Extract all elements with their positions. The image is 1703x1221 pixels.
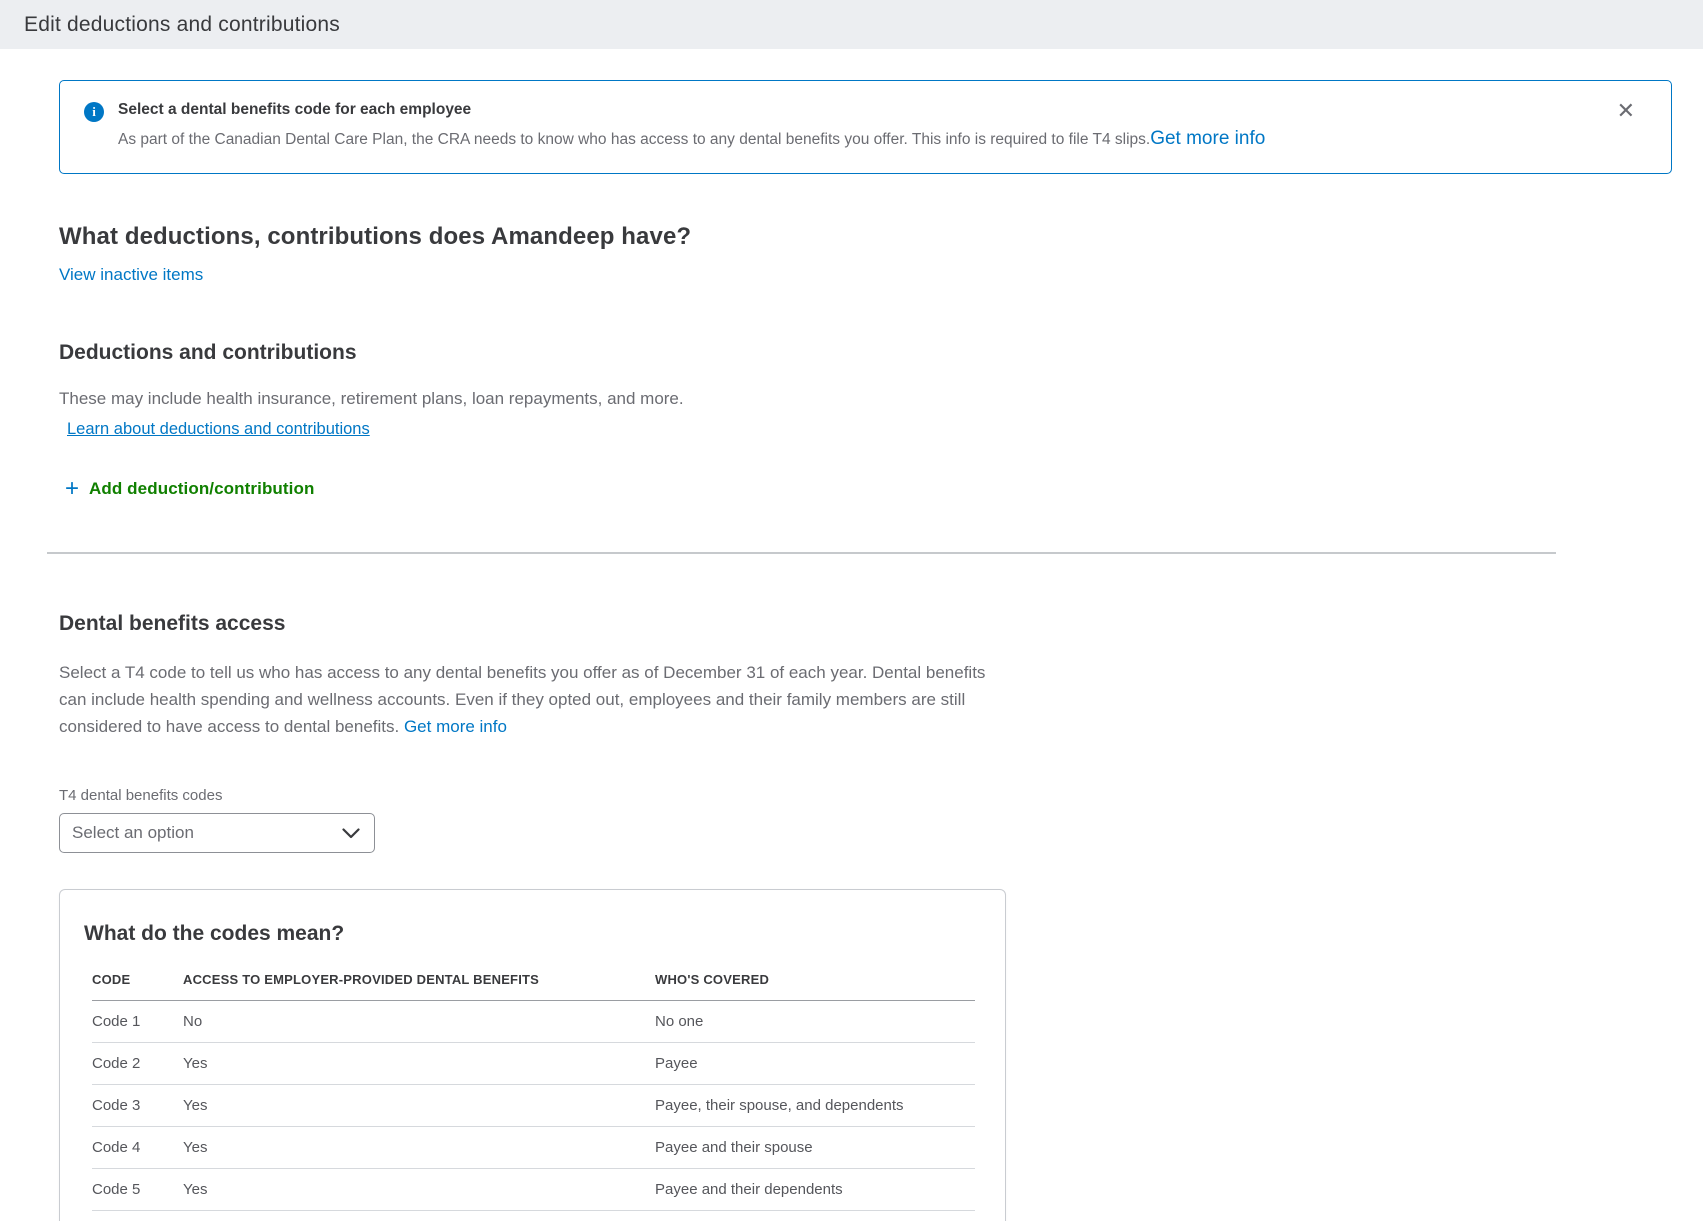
covered-cell: Payee and their spouse — [655, 1127, 975, 1169]
info-icon: i — [84, 102, 104, 122]
deductions-question-heading: What deductions, contributions does Aman… — [59, 223, 1673, 251]
t4-codes-select-value: Select an option — [72, 823, 194, 843]
deductions-section-description: These may include health insurance, reti… — [59, 389, 1673, 409]
access-cell: No — [183, 1001, 655, 1043]
view-inactive-items-link[interactable]: View inactive items — [59, 265, 203, 285]
codes-table: CODE ACCESS TO EMPLOYER-PROVIDED DENTAL … — [92, 972, 975, 1211]
banner-body-text: As part of the Canadian Dental Care Plan… — [118, 131, 1150, 148]
code-cell: Code 1 — [92, 1001, 183, 1043]
table-row: Code 1 No No one — [92, 1001, 975, 1043]
covered-cell: Payee and their dependents — [655, 1169, 975, 1211]
banner-get-more-info-link[interactable]: Get more info — [1150, 128, 1265, 149]
table-row: Code 3 Yes Payee, their spouse, and depe… — [92, 1085, 975, 1127]
dental-description-text: Select a T4 code to tell us who has acce… — [59, 663, 985, 736]
codes-table-body: Code 1 No No one Code 2 Yes Payee Code 3 — [92, 1001, 975, 1211]
deductions-section-heading: Deductions and contributions — [59, 341, 1673, 365]
dental-section-heading: Dental benefits access — [59, 612, 1673, 636]
column-header-covered: WHO'S COVERED — [655, 972, 975, 1001]
dental-benefits-section: Dental benefits access Select a T4 code … — [59, 612, 1673, 1221]
dental-get-more-info-link[interactable]: Get more info — [404, 717, 507, 736]
covered-cell: No one — [655, 1001, 975, 1043]
banner-text: Select a dental benefits code for each e… — [118, 101, 1597, 151]
covered-cell: Payee — [655, 1043, 975, 1085]
section-divider — [47, 552, 1556, 554]
dental-section-description: Select a T4 code to tell us who has acce… — [59, 659, 1009, 740]
codes-meaning-card: What do the codes mean? CODE ACCESS TO E… — [59, 889, 1006, 1221]
page-header: Edit deductions and contributions — [0, 0, 1703, 49]
table-row: Code 4 Yes Payee and their spouse — [92, 1127, 975, 1169]
banner-title: Select a dental benefits code for each e… — [118, 101, 1597, 119]
t4-codes-select[interactable]: Select an option — [59, 813, 375, 853]
access-cell: Yes — [183, 1169, 655, 1211]
code-cell: Code 5 — [92, 1169, 183, 1211]
dental-code-info-banner: i Select a dental benefits code for each… — [59, 80, 1672, 174]
access-cell: Yes — [183, 1043, 655, 1085]
add-deduction-contribution-button[interactable]: + Add deduction/contribution — [65, 479, 314, 499]
code-cell: Code 3 — [92, 1085, 183, 1127]
deductions-section: Deductions and contributions These may i… — [59, 341, 1673, 501]
column-header-access: ACCESS TO EMPLOYER-PROVIDED DENTAL BENEF… — [183, 972, 655, 1001]
page-title: Edit deductions and contributions — [24, 13, 340, 37]
access-cell: Yes — [183, 1127, 655, 1169]
codes-table-header: CODE ACCESS TO EMPLOYER-PROVIDED DENTAL … — [92, 972, 975, 1001]
table-row: Code 5 Yes Payee and their dependents — [92, 1169, 975, 1211]
banner-body: As part of the Canadian Dental Care Plan… — [118, 128, 1597, 151]
main-content: i Select a dental benefits code for each… — [0, 80, 1703, 1221]
learn-about-deductions-link[interactable]: Learn about deductions and contributions — [67, 420, 370, 439]
chevron-down-icon — [342, 828, 360, 839]
covered-cell: Payee, their spouse, and dependents — [655, 1085, 975, 1127]
code-cell: Code 4 — [92, 1127, 183, 1169]
column-header-code: CODE — [92, 972, 183, 1001]
access-cell: Yes — [183, 1085, 655, 1127]
close-icon[interactable]: ✕ — [1617, 101, 1635, 121]
t4-codes-select-label: T4 dental benefits codes — [59, 787, 1673, 804]
plus-icon: + — [65, 479, 79, 499]
table-row: Code 2 Yes Payee — [92, 1043, 975, 1085]
code-cell: Code 2 — [92, 1043, 183, 1085]
codes-card-title: What do the codes mean? — [84, 922, 981, 946]
add-deduction-label: Add deduction/contribution — [89, 479, 314, 499]
